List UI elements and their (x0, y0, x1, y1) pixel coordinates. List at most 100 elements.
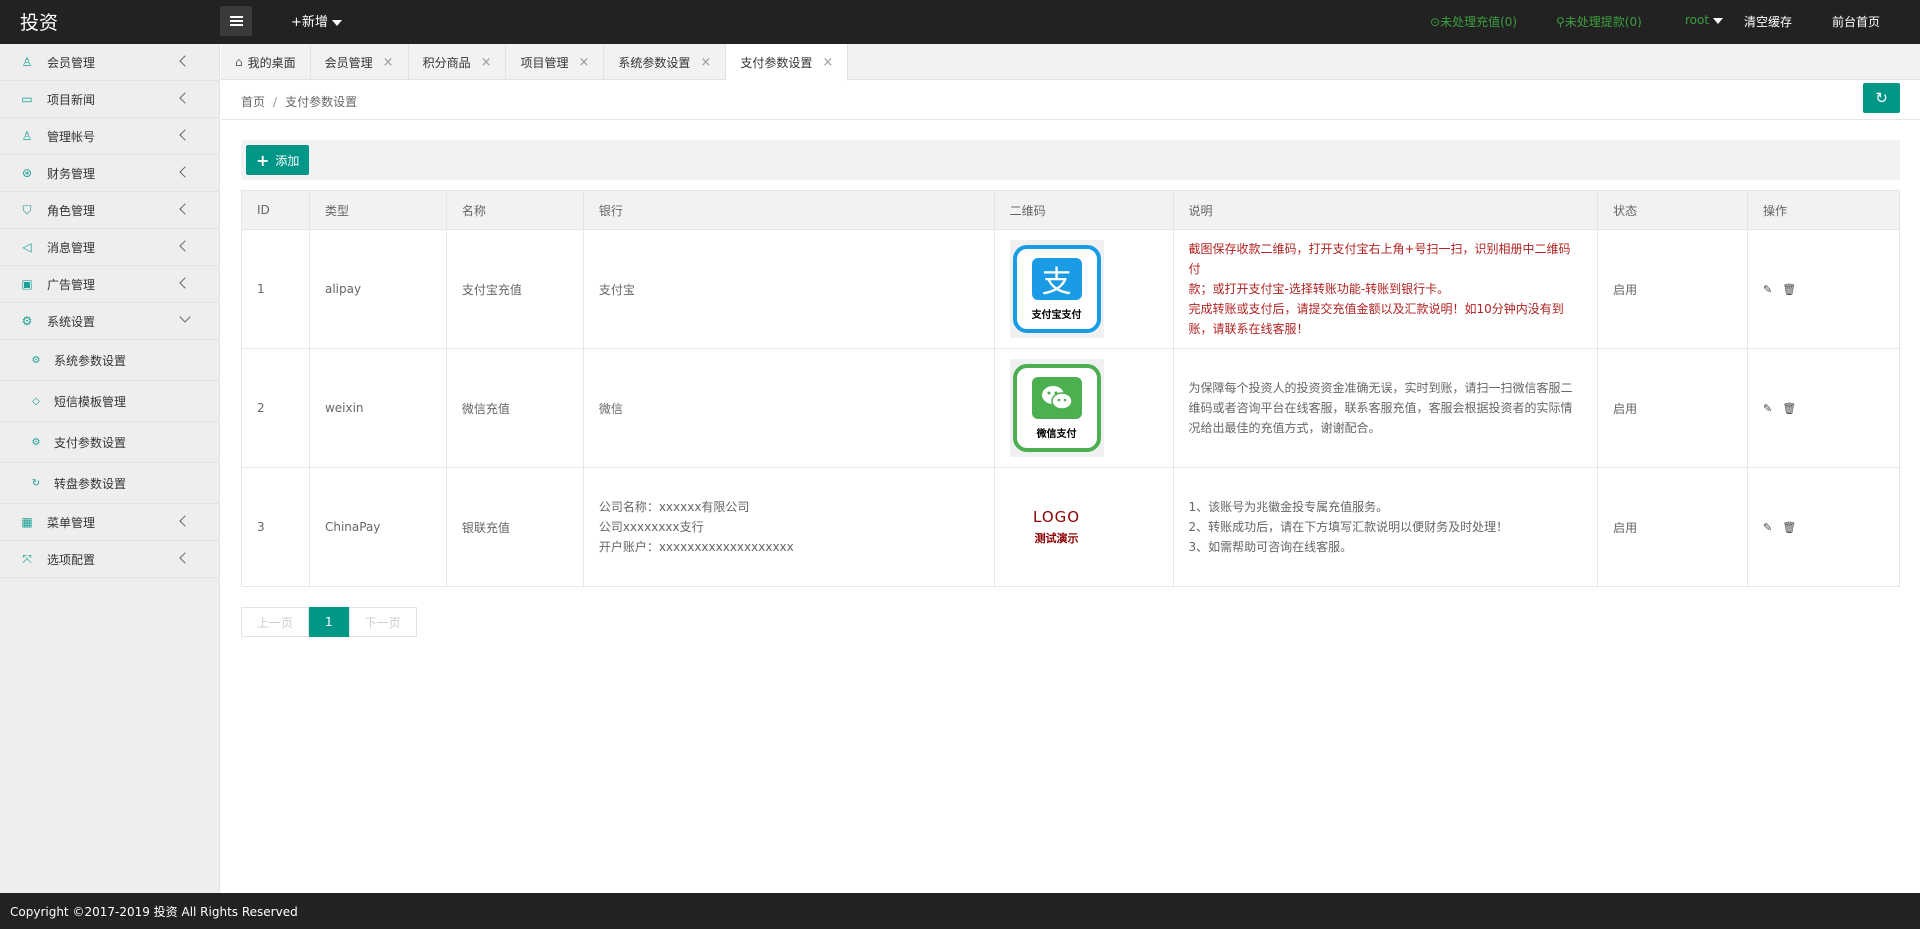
header-qrcode: 二维码 (993, 190, 1174, 230)
tab-label: 系统参数设置 (618, 55, 691, 70)
wechat-logo: 微信支付 (1012, 364, 1101, 452)
cell-name: 微信充值 (445, 348, 584, 468)
current-page-button[interactable]: 1 (309, 607, 349, 637)
sidebar-item-news[interactable]: ▭ 项目新闻 (0, 81, 219, 118)
edit-icon[interactable]: ✎ (1763, 521, 1772, 534)
sidebar-item-system[interactable]: ⚙ 系统设置 (0, 303, 219, 340)
sidebar-item-options[interactable]: ⤧ 选项配置 (0, 541, 219, 578)
chevron-left-icon (179, 166, 191, 178)
edit-icon[interactable]: ✎ (1763, 402, 1772, 415)
sidebar-subitem-payment-params[interactable]: ⚙ 支付参数设置 (0, 422, 219, 463)
message-icon: ◁ (22, 240, 32, 254)
trash-icon[interactable]: 🗑 (1782, 402, 1796, 415)
description-line: 为保障每个投资人的投资资金准确无误，实时到账，请扫一扫微信客服二 (1188, 381, 1573, 395)
breadcrumb-current: 支付参数设置 (285, 95, 358, 109)
logo-subtext: 测试演示 (1034, 532, 1079, 545)
recharge-icon: ⊙ (1430, 15, 1441, 29)
tab-system-params[interactable]: 系统参数设置 × (604, 44, 727, 80)
close-icon[interactable]: × (700, 55, 711, 70)
description-text: 为保障每个投资人的投资资金准确无误，实时到账，请扫一扫微信客服二 维码或者咨询平… (1189, 378, 1583, 438)
tab-points-goods[interactable]: 积分商品 × (409, 44, 507, 80)
front-home-link[interactable]: 前台首页 (1832, 13, 1880, 30)
chevron-left-icon (179, 240, 191, 252)
tab-members[interactable]: 会员管理 × (311, 44, 409, 80)
close-icon[interactable]: × (822, 55, 833, 70)
description-text: 1、该账号为兆徽金投专属充值服务。 2、转账成功后，请在下方填写汇款说明以便财务… (1189, 497, 1583, 557)
edit-icon[interactable]: ✎ (1763, 283, 1772, 296)
sidebar-subitem-wheel-params[interactable]: ↻ 转盘参数设置 (0, 463, 219, 504)
menu-toggle-button[interactable] (220, 6, 252, 36)
header-name: 名称 (445, 190, 584, 230)
chevron-left-icon (179, 129, 191, 141)
sidebar-item-members[interactable]: ♙ 会员管理 (0, 44, 219, 81)
breadcrumb-separator: / (273, 95, 278, 109)
description-line: 款；或打开支付宝-选择转账功能-转账到银行卡。 (1188, 282, 1450, 296)
add-button[interactable]: + 添加 (246, 145, 310, 175)
tab-projects[interactable]: 项目管理 × (506, 44, 605, 80)
sidebar-subitem-sms-templates[interactable]: ◇ 短信模板管理 (0, 381, 219, 422)
header-id: ID (241, 190, 310, 230)
payment-table: ID 类型 名称 银行 二维码 说明 状态 操作 1 alipay 支付宝充值 … (241, 190, 1900, 587)
clear-cache-link[interactable]: 清空缓存 (1744, 13, 1792, 30)
cell-bank: 公司名称：xxxxxx有限公司 公司xxxxxxxx支行 开户账户：xxxxxx… (582, 467, 995, 587)
tab-label: 支付参数设置 (740, 55, 813, 70)
tab-desktop[interactable]: ⌂ 我的桌面 (221, 44, 311, 80)
new-label: +新增 (291, 15, 328, 30)
close-icon[interactable]: × (481, 55, 492, 70)
sidebar-item-roles[interactable]: ⛉ 角色管理 (0, 192, 219, 229)
prev-page-button[interactable]: 上一页 (241, 607, 310, 637)
header-description: 说明 (1172, 190, 1599, 230)
sidebar-item-finance[interactable]: ⊛ 财务管理 (0, 155, 219, 192)
user-menu[interactable]: root (1685, 13, 1724, 27)
pending-withdraw-link[interactable]: ⚲未处理提款(0) (1556, 13, 1642, 30)
cell-id: 3 (241, 467, 310, 587)
close-icon[interactable]: × (579, 55, 590, 70)
cell-status: 启用 (1597, 467, 1749, 587)
close-icon[interactable]: × (383, 55, 394, 70)
breadcrumb-home[interactable]: 首页 (241, 95, 265, 109)
new-dropdown[interactable]: +新增 (291, 11, 342, 30)
cell-qrcode: 微信支付 (993, 348, 1174, 468)
sidebar-item-menus[interactable]: ▦ 菜单管理 (0, 504, 219, 541)
cell-id: 2 (241, 348, 310, 468)
image-icon: ▣ (21, 277, 33, 291)
trash-icon[interactable]: 🗑 (1782, 521, 1796, 534)
cell-id: 1 (241, 229, 310, 349)
tab-payment-params[interactable]: 支付参数设置 × (726, 44, 849, 81)
trash-icon[interactable]: 🗑 (1782, 283, 1796, 296)
plus-icon: + (256, 150, 270, 170)
sidebar-subitem-system-params[interactable]: ⚙ 系统参数设置 (0, 340, 219, 381)
alipay-logo: 支 支付宝支付 (1012, 245, 1101, 333)
user-name: root (1685, 13, 1710, 27)
alipay-qr-image: 支 支付宝支付 (1009, 240, 1104, 338)
chevron-left-icon (179, 203, 191, 215)
sidebar-item-label: 选项配置 (47, 552, 96, 567)
home-icon: ⌂ (235, 55, 243, 69)
sidebar-item-messages[interactable]: ◁ 消息管理 (0, 229, 219, 266)
hamburger-icon (229, 16, 243, 26)
gear-icon: ⚙ (31, 354, 41, 366)
refresh-icon: ↻ (31, 477, 41, 489)
bank-line: 公司xxxxxxxx支行 (598, 520, 704, 534)
bank-line: 开户账户：xxxxxxxxxxxxxxxxxxx (598, 540, 794, 554)
next-page-button[interactable]: 下一页 (348, 607, 417, 637)
refresh-button[interactable]: ↻ (1863, 83, 1900, 113)
wechat-qr-image: 微信支付 (1009, 359, 1104, 457)
bank-info: 公司名称：xxxxxx有限公司 公司xxxxxxxx支行 开户账户：xxxxxx… (599, 497, 979, 557)
logo-text: LOGO (1033, 508, 1081, 526)
sidebar-item-accounts[interactable]: ♙ 管理帐号 (0, 118, 219, 155)
table-toolbar: + 添加 (241, 140, 1900, 180)
sidebar-item-label: 财务管理 (47, 166, 96, 181)
sidebar-item-label: 消息管理 (47, 240, 96, 255)
pending-recharge-link[interactable]: ⊙未处理充值(0) (1430, 13, 1517, 30)
caret-down-icon (1713, 17, 1724, 24)
description-line: 完成转账或支付后，请提交充值金额以及汇款说明！如10分钟内没有到 (1188, 302, 1564, 316)
header-type: 类型 (308, 190, 447, 230)
table-row: 1 alipay 支付宝充值 支付宝 支 支付宝支付 截图保存收款二维码，打开支… (241, 229, 1900, 349)
cell-actions: ✎ 🗑 (1747, 467, 1900, 587)
footer: Copyright ©2017-2019 投资 All Rights Reser… (0, 893, 1920, 929)
description-line: 况给出最佳的充值方式，谢谢配合。 (1188, 421, 1381, 435)
sidebar-item-ads[interactable]: ▣ 广告管理 (0, 266, 219, 303)
cell-description: 为保障每个投资人的投资资金准确无误，实时到账，请扫一扫微信客服二 维码或者咨询平… (1172, 348, 1599, 468)
cell-actions: ✎ 🗑 (1747, 229, 1900, 349)
